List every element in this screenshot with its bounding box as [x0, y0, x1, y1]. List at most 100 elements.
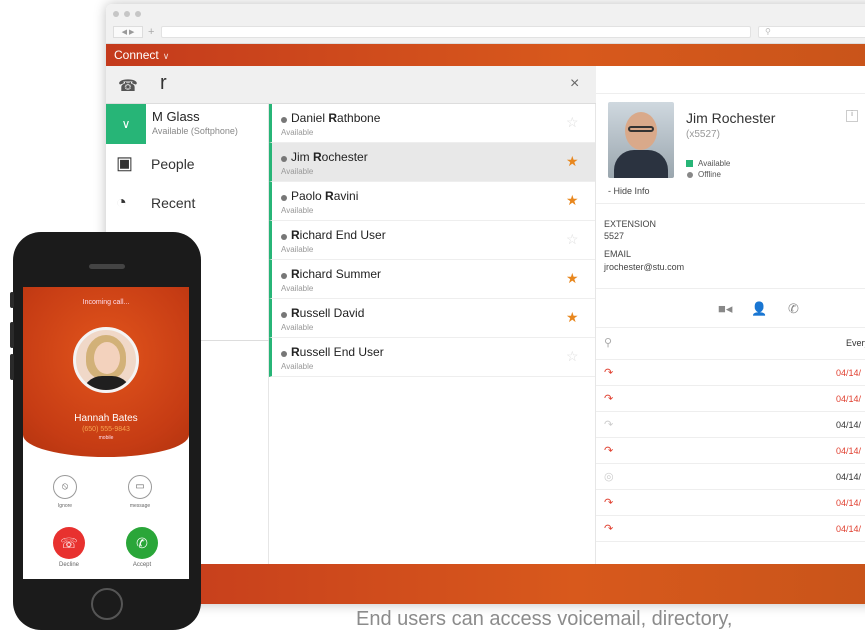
- detail-header: [596, 66, 865, 94]
- accept-label: Accept: [132, 562, 152, 568]
- favorite-star-icon[interactable]: ★: [566, 192, 579, 209]
- voicemail-icon: ◎: [604, 471, 614, 483]
- history-date: 04/14/: [836, 498, 862, 508]
- presence-dot-icon: [281, 351, 287, 357]
- history-row[interactable]: ↷ 04/14/: [596, 412, 865, 438]
- sidebar-item-label: Recent: [151, 195, 196, 211]
- clear-search-icon[interactable]: ×: [570, 75, 579, 93]
- contact-row[interactable]: Richard End User Available ☆: [269, 221, 595, 260]
- missed-call-icon: ↷: [604, 497, 614, 509]
- history-row[interactable]: ↷ 04/14/: [596, 490, 865, 516]
- extension-label: EXTENSION: [604, 219, 657, 229]
- decline-button[interactable]: ☏: [53, 527, 85, 559]
- my-name: M Glass: [152, 109, 200, 124]
- search-input[interactable]: r: [160, 72, 167, 95]
- history-date: 04/14/: [836, 394, 862, 404]
- message-icon[interactable]: ▭: [128, 475, 152, 499]
- contact-name: Jim Rochester: [291, 150, 368, 164]
- contact-name: Russell End User: [291, 345, 384, 359]
- favorite-star-icon[interactable]: ☆: [566, 114, 579, 131]
- video-call-icon[interactable]: ■◂: [718, 301, 732, 317]
- email-label: EMAIL: [604, 249, 632, 259]
- contact-name: Richard Summer: [291, 267, 382, 281]
- contact-status: Available: [281, 284, 314, 293]
- ignore-label: Ignore: [57, 503, 73, 509]
- history-row[interactable]: ↷ 04/14/: [596, 360, 865, 386]
- history-row[interactable]: ◎ 04/14/: [596, 464, 865, 490]
- favorite-star-icon[interactable]: ★: [566, 270, 579, 287]
- person-icon: ▣: [116, 153, 134, 173]
- sidebar-item-recent[interactable]: ◔ Recent: [106, 183, 268, 222]
- contact-status: Available: [281, 362, 314, 371]
- contact-list: Daniel Rathbone Available ☆ Jim Rochester Av…: [269, 104, 596, 564]
- contact-name: Richard End User: [291, 228, 386, 242]
- mute-switch: [10, 292, 14, 308]
- contact-status: Available: [281, 167, 314, 176]
- app-title[interactable]: Connect: [114, 48, 159, 62]
- new-tab-icon[interactable]: +: [148, 26, 154, 38]
- contact-name: Jim Rochester: [686, 110, 776, 126]
- address-bar[interactable]: [161, 26, 751, 38]
- missed-call-icon: ↷: [604, 393, 614, 405]
- speaker-grille: [89, 264, 125, 269]
- caller-type: mobile: [98, 435, 114, 441]
- favorite-star-icon[interactable]: ☆: [566, 231, 579, 248]
- my-status-text: Available (Softphone): [152, 126, 238, 136]
- history-search[interactable]: ⚲ Every: [596, 328, 865, 360]
- presence-dot-icon: [281, 117, 287, 123]
- favorite-star-icon[interactable]: ★: [566, 309, 579, 326]
- browser-search-icon[interactable]: ⚲: [758, 26, 865, 38]
- caption-text: End users can access voicemail, director…: [356, 608, 733, 630]
- hide-info-link[interactable]: - Hide Info: [608, 186, 650, 196]
- history-filter[interactable]: Every: [846, 338, 865, 348]
- history-row[interactable]: ↷ 04/14/: [596, 386, 865, 412]
- favorite-star-icon[interactable]: ☆: [566, 348, 579, 365]
- contact-name: Daniel Rathbone: [291, 111, 381, 125]
- contact-status: Available: [281, 245, 314, 254]
- search-row: ☎ r ×: [106, 66, 596, 104]
- call-transfer-icon[interactable]: ✆: [788, 301, 799, 317]
- footer-bar: [106, 564, 865, 604]
- volume-down-button: [10, 354, 14, 380]
- favorite-star-icon[interactable]: ★: [566, 153, 579, 170]
- browser-titlebar: ◀ ▶ + ⚲: [106, 4, 865, 44]
- presence-dot-icon: [281, 234, 287, 240]
- sidebar-item-label: People: [151, 156, 195, 172]
- contact-row[interactable]: Richard Summer Available ★: [269, 260, 595, 299]
- history-date: 04/14/: [836, 524, 862, 534]
- contact-row[interactable]: Daniel Rathbone Available ☆: [269, 104, 595, 143]
- missed-call-icon: ↷: [604, 523, 614, 535]
- contact-name: Russell David: [291, 306, 365, 320]
- chevron-down-icon[interactable]: ∨: [163, 51, 170, 61]
- window-controls[interactable]: [113, 11, 141, 17]
- phone-screen: Incoming call... Hannah Bates (650) 555-…: [23, 287, 189, 579]
- missed-call-icon: ↷: [604, 367, 614, 379]
- search-icon[interactable]: ⚲: [604, 336, 612, 349]
- email-value[interactable]: jrochester@stu.com: [604, 262, 684, 272]
- presence-status: Available: [698, 159, 731, 168]
- sidebar-item-people[interactable]: ▣ People: [106, 144, 268, 183]
- app-window: ◀ ▶ + ⚲ Connect ∨ ☎ r × ∨ M Glass Availab…: [106, 4, 865, 604]
- ignore-icon[interactable]: ⦸: [53, 475, 77, 499]
- contact-row[interactable]: Russell End User Available ☆: [269, 338, 595, 377]
- contact-row[interactable]: Russell David Available ★: [269, 299, 595, 338]
- accept-button[interactable]: ✆: [126, 527, 158, 559]
- info-button[interactable]: i: [846, 110, 858, 122]
- contact-status: Available: [281, 128, 314, 137]
- presence-dot-icon: [281, 195, 287, 201]
- app-header[interactable]: Connect ∨: [106, 44, 865, 66]
- back-forward-buttons[interactable]: ◀ ▶: [113, 26, 143, 38]
- chevron-down-icon[interactable]: ∨: [106, 104, 146, 144]
- contact-extension: (x5527): [686, 129, 720, 140]
- contact-status: Available: [281, 206, 314, 215]
- mobile-phone: Incoming call... Hannah Bates (650) 555-…: [10, 232, 201, 630]
- history-date: 04/14/: [836, 446, 862, 456]
- history-row[interactable]: ↷ 04/14/: [596, 438, 865, 464]
- contact-row[interactable]: Paolo Ravini Available ★: [269, 182, 595, 221]
- contact-row[interactable]: Jim Rochester Available ★: [269, 143, 595, 182]
- history-date: 04/14/: [836, 420, 862, 430]
- history-row[interactable]: ↷ 04/14/: [596, 516, 865, 542]
- dialpad-icon[interactable]: ☎: [118, 76, 138, 96]
- add-person-icon[interactable]: 👤: [751, 301, 767, 317]
- my-status[interactable]: ∨ M Glass Available (Softphone): [106, 104, 268, 144]
